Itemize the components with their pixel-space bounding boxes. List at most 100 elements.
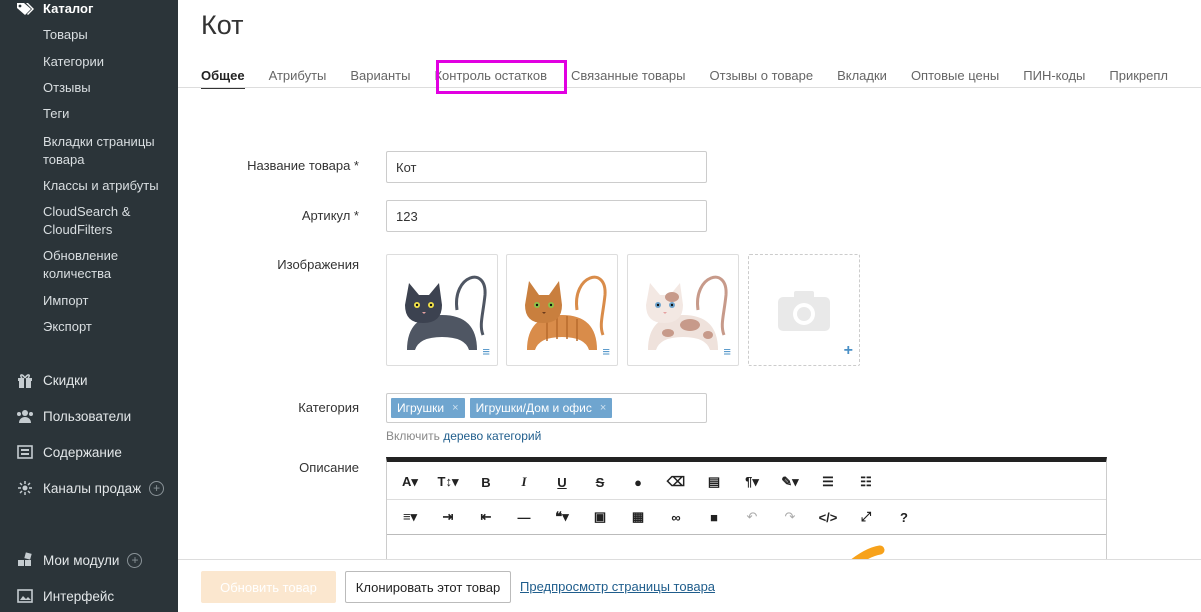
sidebar-discounts-label: Скидки: [43, 372, 88, 388]
unordered-list-icon[interactable]: ☷: [847, 474, 885, 490]
sidebar-content-label: Содержание: [43, 444, 122, 460]
tab-attributes[interactable]: Атрибуты: [269, 68, 327, 86]
description-editor[interactable]: A▾ T↕▾ B I U S ● ⌫ ▤ ¶▾ ✎▾ ☰ ☷ ≡▾ ⇥ ⇤ — …: [386, 457, 1107, 569]
sidebar-item-catalog[interactable]: Каталог: [16, 0, 93, 17]
tab-bar: Общее Атрибуты Варианты Контроль остатко…: [201, 68, 1201, 89]
magic-wand-icon[interactable]: ✎▾: [771, 474, 809, 490]
product-name-input[interactable]: Кот: [386, 151, 707, 183]
sidebar-item-quantity-update[interactable]: Обновление количества: [43, 247, 173, 283]
sidebar-item-import[interactable]: Импорт: [43, 292, 173, 310]
redo-icon[interactable]: ↷: [771, 509, 809, 525]
category-tag-label: Игрушки: [397, 401, 445, 415]
modules-icon: [16, 552, 34, 568]
eraser-icon[interactable]: ⌫: [657, 474, 695, 490]
indent-icon[interactable]: ⇥: [429, 509, 467, 525]
sidebar-catalog-label: Каталог: [43, 1, 94, 16]
quote-icon[interactable]: ❝▾: [543, 509, 581, 525]
tab-product-reviews[interactable]: Отзывы о товаре: [710, 68, 814, 86]
add-image-slot[interactable]: +: [748, 254, 860, 366]
tab-highlight-box: [436, 60, 567, 94]
undo-icon[interactable]: ↶: [733, 509, 771, 525]
update-product-button[interactable]: Обновить товар: [201, 571, 336, 603]
tab-attachments[interactable]: Прикрепл: [1109, 68, 1168, 86]
sidebar-item-tags[interactable]: Теги: [43, 105, 173, 123]
app-window: Каталог Товары Категории Отзывы Теги Вкл…: [0, 0, 1201, 612]
sidebar-item-export[interactable]: Экспорт: [43, 318, 173, 336]
sidebar-users-label: Пользователи: [43, 408, 132, 424]
drop-icon[interactable]: ●: [619, 475, 657, 490]
bold-icon[interactable]: B: [467, 475, 505, 490]
tab-wholesale-prices[interactable]: Оптовые цены: [911, 68, 999, 86]
sidebar: Каталог Товары Категории Отзывы Теги Вкл…: [0, 0, 178, 612]
tab-related-products[interactable]: Связанные товары: [571, 68, 686, 86]
italic-icon[interactable]: I: [505, 474, 543, 490]
sidebar-item-discounts[interactable]: Скидки: [16, 372, 88, 388]
font-size-icon[interactable]: T↕▾: [429, 474, 467, 490]
strikethrough-icon[interactable]: S: [581, 475, 619, 490]
interface-icon: [16, 588, 34, 604]
category-tree-link[interactable]: дерево категорий: [443, 429, 541, 443]
category-tree-hint: Включить дерево категорий: [386, 429, 541, 443]
remove-tag-icon[interactable]: ×: [452, 398, 458, 418]
sidebar-item-classes[interactable]: Классы и атрибуты: [43, 177, 173, 195]
remove-tag-icon[interactable]: ×: [600, 398, 606, 418]
image-menu-icon[interactable]: ≡: [723, 345, 731, 358]
tab-variants[interactable]: Варианты: [350, 68, 410, 86]
images-label: Изображения: [277, 257, 359, 272]
tab-general[interactable]: Общее: [201, 68, 245, 89]
sidebar-item-sales-channels[interactable]: Каналы продаж +: [16, 480, 165, 496]
category-picker[interactable]: Игрушки × Игрушки/Дом и офис ×: [386, 393, 707, 423]
sidebar-channels-label: Каналы продаж: [43, 480, 142, 496]
align-icon[interactable]: ≡▾: [391, 509, 429, 525]
link-icon[interactable]: ∞: [657, 510, 695, 525]
image-icon[interactable]: ▣: [581, 509, 619, 525]
image-menu-icon[interactable]: ≡: [482, 345, 490, 358]
product-image-3[interactable]: ≡: [627, 254, 739, 366]
category-tag-label: Игрушки/Дом и офис: [475, 401, 592, 415]
paragraph-icon[interactable]: ¶▾: [733, 474, 771, 490]
sidebar-item-cloudsearch[interactable]: CloudSearch & CloudFilters: [43, 203, 173, 239]
gift-icon: [16, 372, 34, 388]
product-image-1[interactable]: ≡: [386, 254, 498, 366]
sidebar-item-products[interactable]: Товары: [43, 26, 173, 44]
sidebar-item-reviews[interactable]: Отзывы: [43, 79, 173, 97]
tab-tabs[interactable]: Вкладки: [837, 68, 887, 86]
category-tag: Игрушки ×: [391, 398, 465, 418]
clone-product-button[interactable]: Клонировать этот товар: [345, 571, 511, 603]
add-image-icon[interactable]: +: [844, 342, 853, 360]
underline-icon[interactable]: U: [543, 475, 581, 490]
horizontal-rule-icon[interactable]: —: [505, 510, 543, 525]
users-icon: [16, 408, 34, 424]
camera-icon: [778, 291, 830, 331]
product-image-2[interactable]: ≡: [506, 254, 618, 366]
preview-product-link[interactable]: Предпросмотр страницы товара: [520, 579, 715, 594]
help-icon[interactable]: ?: [885, 510, 923, 525]
sidebar-item-my-modules[interactable]: Мои модули +: [16, 552, 143, 568]
description-label: Описание: [299, 460, 359, 475]
add-channel-icon[interactable]: +: [149, 480, 165, 496]
sidebar-modules-label: Мои модули: [43, 552, 120, 568]
ordered-list-icon[interactable]: ☰: [809, 474, 847, 490]
video-icon[interactable]: ■: [695, 510, 733, 525]
sku-label: Артикул *: [301, 208, 359, 223]
tab-pin-codes[interactable]: ПИН-коды: [1023, 68, 1085, 86]
table-icon[interactable]: ▦: [619, 509, 657, 525]
sidebar-item-product-tabs[interactable]: Вкладки страницы товара: [43, 133, 173, 169]
sidebar-item-content[interactable]: Содержание: [16, 444, 122, 460]
product-name-label: Название товара *: [247, 158, 359, 173]
outdent-icon[interactable]: ⇤: [467, 509, 505, 525]
image-menu-icon[interactable]: ≡: [602, 345, 610, 358]
editor-toolbar-row-2: ≡▾ ⇥ ⇤ — ❝▾ ▣ ▦ ∞ ■ ↶ ↷ </> ⤢ ?: [387, 500, 1106, 535]
font-color-icon[interactable]: A▾: [391, 474, 429, 490]
sku-input[interactable]: 123: [386, 200, 707, 232]
page-title: Кот: [201, 10, 244, 40]
fullscreen-icon[interactable]: ⤢: [847, 509, 885, 525]
sidebar-item-categories[interactable]: Категории: [43, 53, 173, 71]
category-tag: Игрушки/Дом и офис ×: [469, 398, 613, 418]
code-icon[interactable]: </>: [809, 510, 847, 525]
print-icon[interactable]: ▤: [695, 474, 733, 490]
sidebar-item-interface[interactable]: Интерфейс: [16, 588, 114, 604]
add-module-icon[interactable]: +: [127, 552, 143, 568]
category-label: Категория: [298, 400, 359, 415]
sidebar-item-users[interactable]: Пользователи: [16, 408, 131, 424]
